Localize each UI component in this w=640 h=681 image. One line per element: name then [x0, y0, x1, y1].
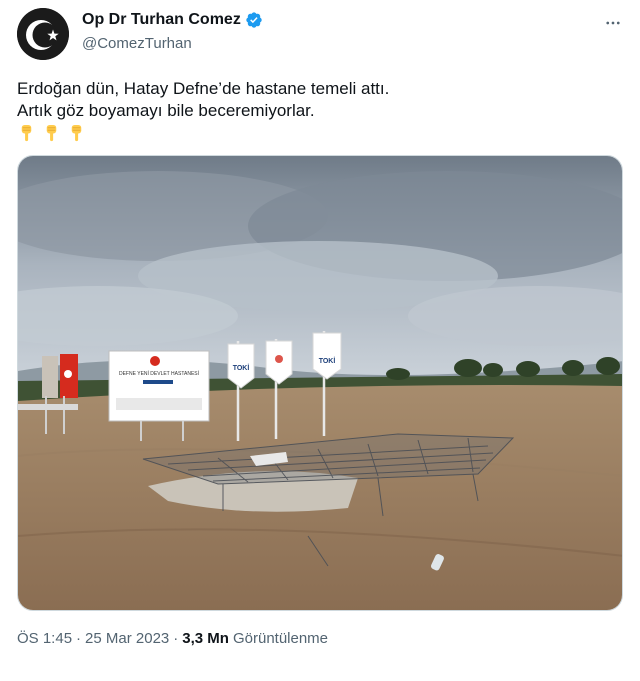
author-handle[interactable]: @ComezTurhan [82, 35, 192, 52]
crescent-star-avatar-icon [17, 8, 69, 60]
tweet-text-line-2: Artık göz boyamayı bile beceremiyorlar. [17, 101, 315, 120]
tweet: Op Dr Turhan Comez @ComezTurhan Erdoğan … [0, 0, 640, 681]
pointing-down-hand-icon [21, 124, 32, 142]
construction-site-image: DEFNE YENİ DEVLET HASTANESİ TOKİ TOKİ [18, 156, 622, 610]
tweet-text-line-1: Erdoğan dün, Hatay Defne’de hastane teme… [17, 79, 390, 98]
toki-flag-label-1: TOKİ [233, 364, 250, 372]
author-display-name[interactable]: Op Dr Turhan Comez [82, 11, 241, 29]
toki-flag-label-2: TOKİ [319, 357, 336, 365]
avatar[interactable] [17, 8, 69, 60]
meta-separator: · [173, 630, 179, 647]
tweet-date[interactable]: 25 Mar 2023 [85, 630, 169, 647]
pointing-down-hand-icon [46, 124, 57, 142]
tweet-time[interactable]: ÖS 1:45 [17, 630, 72, 647]
views-label: Görüntülenme [232, 630, 329, 647]
more-dots-icon [606, 21, 620, 25]
tweet-photo[interactable]: DEFNE YENİ DEVLET HASTANESİ TOKİ TOKİ [17, 155, 623, 611]
billboard-title: DEFNE YENİ DEVLET HASTANESİ [119, 370, 199, 377]
meta-separator: · [76, 630, 82, 647]
views-count: 3,3 Mn [182, 630, 229, 647]
verified-badge-icon [245, 11, 263, 29]
tweet-text: Erdoğan dün, Hatay Defne’de hastane teme… [17, 78, 627, 143]
tweet-meta: ÖS 1:45 · 25 Mar 2023 · 3,3 Mn Görüntüle… [17, 630, 328, 647]
more-options-button[interactable] [600, 10, 626, 36]
author-name-row: Op Dr Turhan Comez [82, 11, 263, 29]
pointing-down-hand-icon [71, 124, 82, 142]
emoji-row [17, 124, 627, 143]
